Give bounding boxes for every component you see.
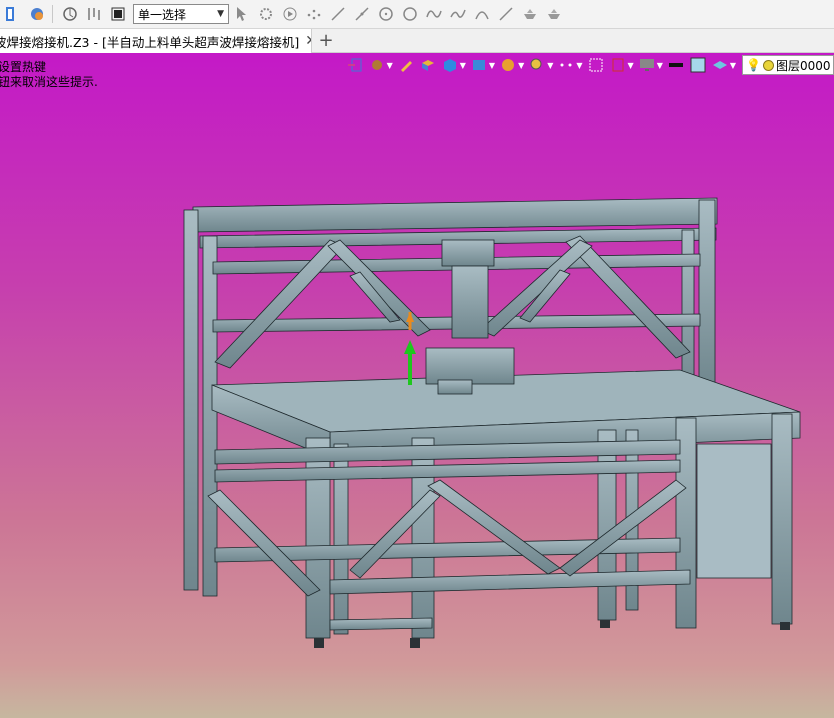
layer-selector[interactable]: 💡 图层0000 xyxy=(742,55,834,75)
chevron-down-icon[interactable]: ▼ xyxy=(730,61,736,70)
layer-shape-icon[interactable] xyxy=(711,56,729,74)
line-icon[interactable] xyxy=(327,3,349,25)
chevron-down-icon[interactable]: ▼ xyxy=(518,61,524,70)
pick-icon[interactable] xyxy=(59,3,81,25)
view-icon[interactable] xyxy=(470,56,488,74)
chevron-down-icon[interactable]: ▼ xyxy=(460,61,466,70)
exit-icon[interactable] xyxy=(346,56,364,74)
selection-mode-dropdown[interactable]: 单一选择 ▼ xyxy=(133,4,229,24)
chevron-down-icon[interactable]: ▼ xyxy=(576,61,582,70)
arc-icon[interactable] xyxy=(471,3,493,25)
close-icon[interactable]: ✕ xyxy=(305,33,311,49)
chevron-down-icon: ▼ xyxy=(217,9,224,19)
bowl2-icon[interactable] xyxy=(543,3,565,25)
dots-icon[interactable] xyxy=(557,56,575,74)
face-icon[interactable] xyxy=(419,56,437,74)
pencil-icon[interactable] xyxy=(397,56,415,74)
bowl-icon[interactable] xyxy=(519,3,541,25)
line3-icon[interactable] xyxy=(495,3,517,25)
cursor-icon[interactable] xyxy=(231,3,253,25)
layer-name: 图层0000 xyxy=(775,58,831,73)
circle2-icon[interactable] xyxy=(399,3,421,25)
cube-icon[interactable] xyxy=(441,56,459,74)
spline2-icon[interactable] xyxy=(447,3,469,25)
line-style-icon[interactable] xyxy=(667,56,685,74)
revolve-icon[interactable] xyxy=(26,3,48,25)
document-tab[interactable]: 波焊接熔接机.Z3 - [半自动上料单头超声波焊接熔接机] ✕ xyxy=(0,29,312,53)
chevron-down-icon[interactable]: ▼ xyxy=(657,61,663,70)
monitor-icon[interactable] xyxy=(638,56,656,74)
part-icon[interactable] xyxy=(368,56,386,74)
document-tab-title: 波焊接熔接机.Z3 - [半自动上料单头超声波焊接熔接机] xyxy=(0,34,300,50)
zoom-icon[interactable] xyxy=(528,56,546,74)
viewport-toolbar: ▼ ▼ ▼ ▼ ▼ ▼ ▼ ▼ ▼ 💡 图层0000 xyxy=(0,53,834,77)
main-toolbar: 单一选择 ▼ xyxy=(0,0,834,29)
toolbar-separator xyxy=(52,5,53,23)
zw3d-icon[interactable] xyxy=(2,3,24,25)
lightbulb-icon: 💡 xyxy=(746,58,761,72)
circle-icon[interactable] xyxy=(375,3,397,25)
line-segment-icon[interactable] xyxy=(351,3,373,25)
chevron-down-icon[interactable]: ▼ xyxy=(547,61,553,70)
play-icon[interactable] xyxy=(279,3,301,25)
stop-icon[interactable] xyxy=(107,3,129,25)
chevron-down-icon[interactable]: ▼ xyxy=(489,61,495,70)
filter-icon[interactable] xyxy=(83,3,105,25)
new-tab-button[interactable]: + xyxy=(312,29,340,52)
document-tab-bar: 波焊接熔接机.Z3 - [半自动上料单头超声波焊接熔接机] ✕ + xyxy=(0,29,834,53)
gear-filter-icon[interactable] xyxy=(255,3,277,25)
chevron-down-icon[interactable]: ▼ xyxy=(387,61,393,70)
spline-icon[interactable] xyxy=(423,3,445,25)
render-icon[interactable] xyxy=(499,56,517,74)
section-icon[interactable] xyxy=(609,56,627,74)
chevron-down-icon[interactable]: ▼ xyxy=(628,61,634,70)
select-box-icon[interactable] xyxy=(587,56,605,74)
color-swatch-icon[interactable] xyxy=(689,56,707,74)
machine-frame-model xyxy=(183,197,801,648)
selection-mode-value: 单一选择 xyxy=(138,7,187,22)
layer-status-icon xyxy=(762,59,774,71)
points-icon[interactable] xyxy=(303,3,325,25)
3d-viewport[interactable] xyxy=(0,53,834,718)
